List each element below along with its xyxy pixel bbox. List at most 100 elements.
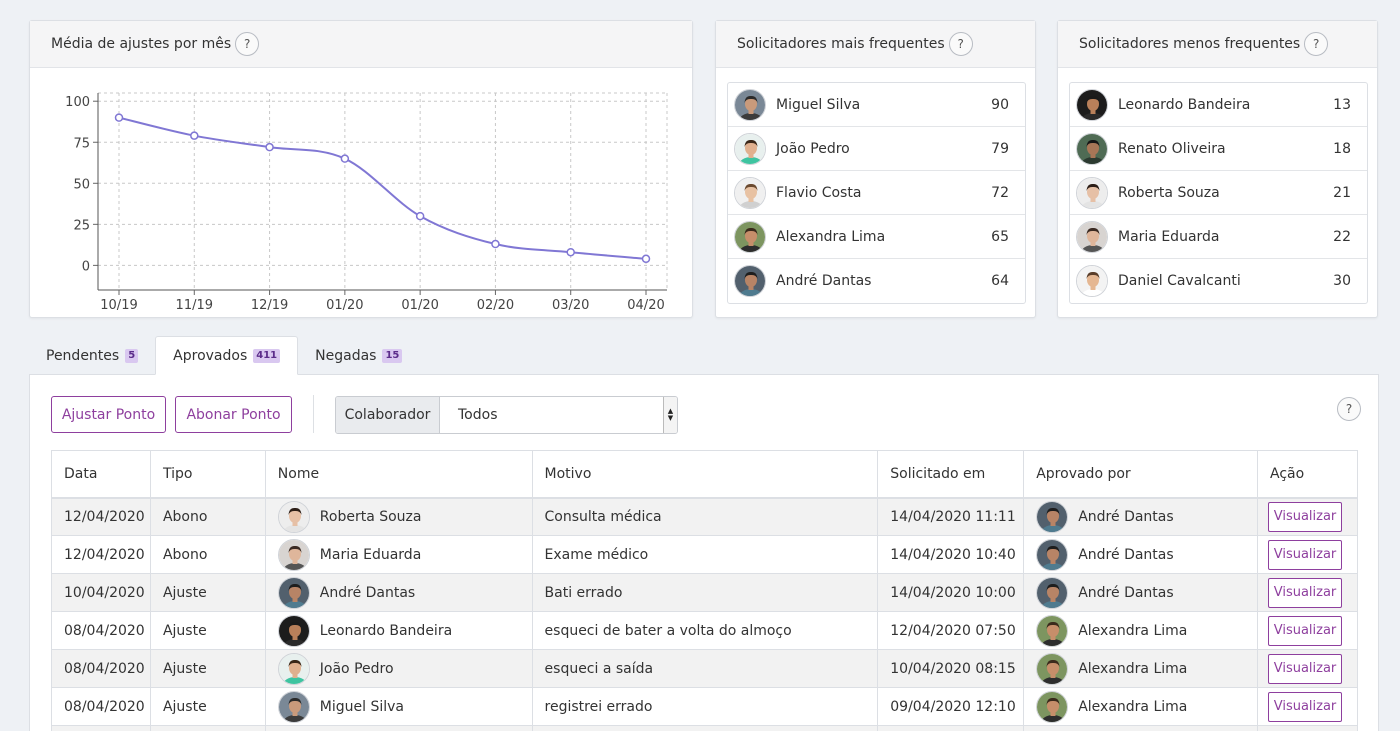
type-text: Ajuste [162,698,207,715]
requester-count: 72 [991,184,1009,201]
reason-text: Bati errado [544,584,623,601]
x-tick-label: 11/19 [176,298,213,313]
help-icon[interactable]: ? [948,32,973,56]
type-text: Abono [162,546,208,563]
cell-type: Ajuste [149,573,266,612]
collaborator-filter-label: Colaborador [336,397,440,433]
tab-approved[interactable]: Aprovados 411 [155,336,299,375]
y-tick-label: 50 [73,177,90,192]
requester-name: Flavio Costa [776,184,862,201]
man-beard-avatar [277,614,310,647]
monthly-adjustments-chart: 100 75 50 25 0 10/19 11/19 12/19 01/20 01/20 02/20… [65,92,668,313]
cell-reason: registrei errado [531,687,879,726]
cell-type [149,725,266,731]
cell-reason: esqueci a saída [531,649,879,688]
cell-action: Visualizar [1257,535,1358,574]
excuse-punch-button[interactable]: Abonar Ponto [175,396,292,433]
least-requester-row: Renato Oliveira 18 [1070,127,1367,171]
column-header-name[interactable]: Nome [264,450,533,499]
cell-requested-at: 09/04/2020 12:10 [877,687,1025,726]
requester-name: Renato Oliveira [1118,140,1226,157]
cell-name: Roberta Souza [264,497,533,536]
date-text: 12/04/2020 [64,508,145,525]
cell-date [51,725,151,731]
cell-date: 10/04/2020 [51,573,151,612]
data-point [566,247,575,257]
status-tabs: Pendentes 5 Aprovados 411 Negadas 15 [29,336,419,375]
data-point [340,154,350,163]
cell-type: Ajuste [149,611,266,650]
cell-date: 12/04/2020 [51,497,151,536]
cell-name: Miguel Silva [264,687,533,726]
top-requester-row: Miguel Silva 90 [728,83,1025,127]
cell-type: Ajuste [149,687,266,726]
tab-label: Negadas [315,347,377,364]
view-button[interactable]: Visualizar [1268,539,1342,570]
select-spinner-icon[interactable]: ▲ ▼ [663,397,677,433]
woman-curly-avatar [1036,652,1069,685]
cell-approved-by: André Dantas [1023,573,1258,612]
cell-reason [531,725,879,731]
man-dark-hair-avatar [277,690,310,723]
adjust-punch-button[interactable]: Ajustar Ponto [51,396,166,433]
top-requester-row: João Pedro 79 [728,127,1025,171]
view-button[interactable]: Visualizar [1268,501,1342,532]
approver-name: André Dantas [1078,508,1174,525]
cell-requested-at: 12/04/2020 07:50 [877,611,1025,650]
man-plaid-avatar [1036,500,1069,533]
column-header-date[interactable]: Data [51,450,151,499]
count-badge: 15 [382,348,403,363]
man-green-shirt-avatar [734,132,766,165]
view-button[interactable]: Visualizar [1268,577,1342,608]
y-tick-label: 0 [82,259,90,274]
man-light-avatar [734,176,766,209]
top-requesters-title: Solicitadores mais frequentes [737,36,945,52]
date-text: 08/04/2020 [64,660,145,677]
column-header-approved-by[interactable]: Aprovado por [1023,450,1258,499]
requested-at-text: 14/04/2020 11:11 [890,508,1016,525]
view-button[interactable]: Visualizar [1268,615,1342,646]
count-badge: 411 [253,348,281,363]
approver-name: Alexandra Lima [1078,622,1188,639]
cell-approved-by: Alexandra Lima [1023,687,1258,726]
help-icon[interactable]: ? [1337,397,1361,421]
top-requesters-card: Solicitadores mais frequentes ? Miguel S… [715,20,1036,318]
cell-action: Visualizar [1257,497,1358,536]
view-button[interactable]: Visualizar [1268,691,1342,722]
employee-name: André Dantas [319,584,416,601]
reason-text: registrei errado [544,698,653,715]
least-requester-row: Roberta Souza 21 [1070,171,1367,215]
view-button[interactable]: Visualizar [1268,653,1342,684]
requester-name: João Pedro [776,140,850,157]
cell-date: 08/04/2020 [51,611,151,650]
column-header-requested-at[interactable]: Solicitado em [877,450,1025,499]
help-icon[interactable]: ? [1304,32,1329,56]
data-point [265,142,274,152]
employee-name: Maria Eduarda [319,546,422,563]
cell-reason: Exame médico [531,535,879,574]
collaborator-select[interactable]: Todos ▲ ▼ [440,397,677,433]
cell-approved-by: Alexandra Lima [1023,611,1258,650]
data-point [190,131,199,140]
woman-dark-hair-avatar [1076,176,1108,209]
tab-denied[interactable]: Negadas 15 [298,336,419,375]
help-icon[interactable]: ? [235,32,260,56]
tab-label: Pendentes [46,347,120,364]
requester-count: 65 [991,228,1009,245]
man-plaid-avatar [734,265,766,297]
tab-pending[interactable]: Pendentes 5 [29,336,155,375]
reason-text: esqueci a saída [544,660,654,677]
column-header-type[interactable]: Tipo [149,450,266,499]
table-row: 08/04/2020 Ajuste João Pedro esqueci a saí… [51,649,1358,688]
cell-date: 08/04/2020 [51,649,151,688]
monthly-adjustments-card: Média de ajustes por mês ? 100 75 50 25 0 10/… [29,20,693,318]
top-requesters-header: Solicitadores mais frequentes ? [716,21,1035,68]
y-tick-label: 100 [65,95,90,110]
cell-approved-by: Alexandra Lima [1023,649,1258,688]
least-requester-row: Maria Eduarda 22 [1070,215,1367,259]
cell-approved-by: André Dantas [1023,497,1258,536]
requester-name: Maria Eduarda [1118,228,1220,245]
column-header-reason[interactable]: Motivo [531,450,879,499]
reason-text: Exame médico [544,546,649,563]
man-outdoor-avatar [1076,132,1108,165]
